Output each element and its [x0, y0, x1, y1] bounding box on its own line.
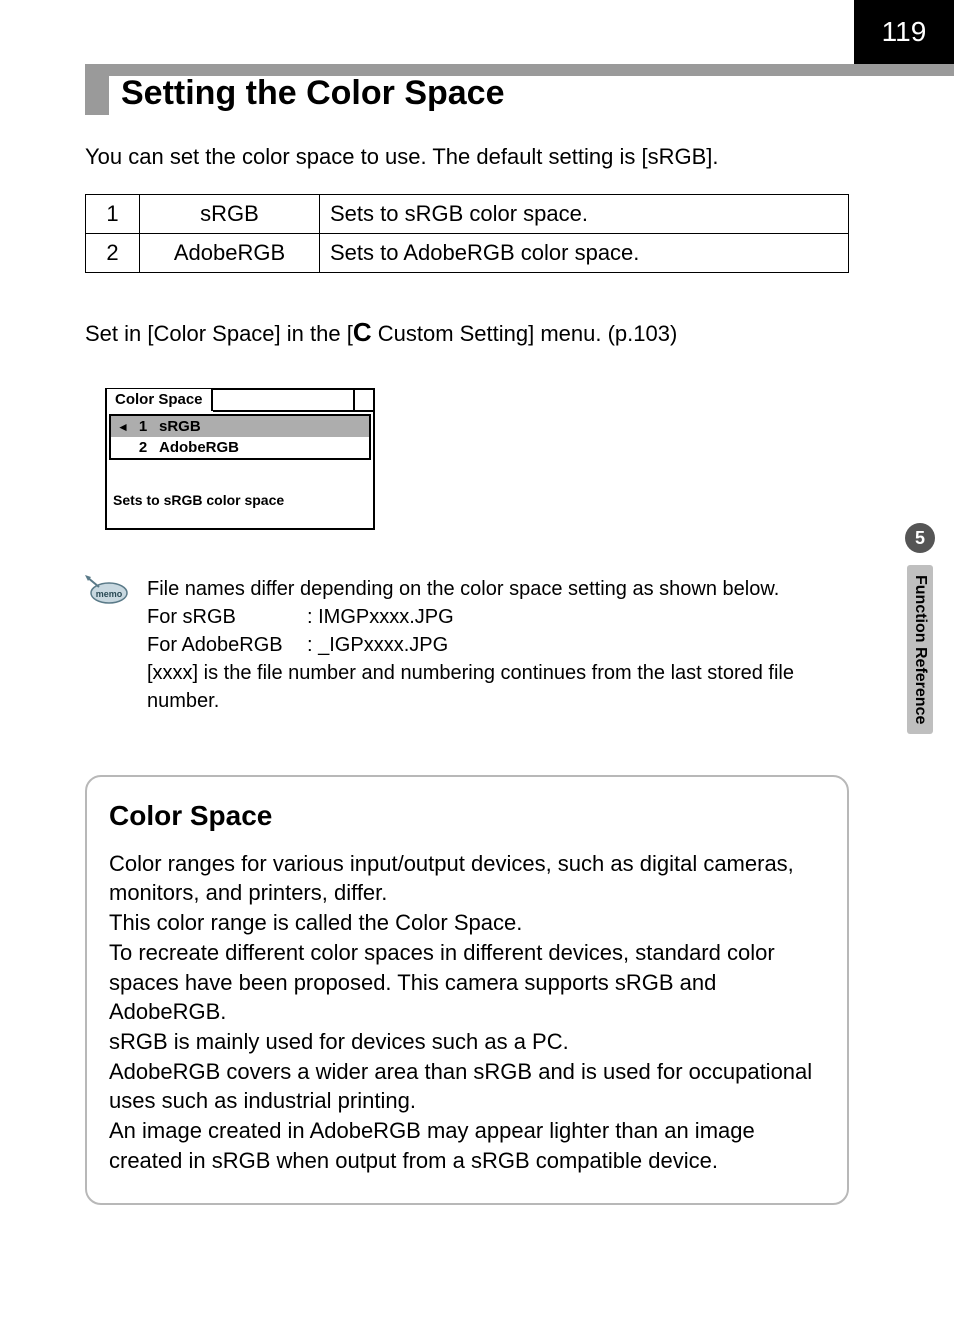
menu-description: Sets to sRGB color space [107, 462, 373, 528]
menu-row-srgb: ◄ 1 sRGB [111, 416, 369, 437]
menu-tab-separator [353, 390, 373, 412]
menu-option-label: sRGB [159, 418, 201, 435]
menu-options: ◄ 1 sRGB 2 AdobeRGB [109, 414, 371, 460]
setin-prefix: Set in [Color Space] in the [ [85, 321, 353, 346]
info-paragraph: AdobeRGB covers a wider area than sRGB a… [109, 1057, 825, 1116]
svg-text:memo: memo [96, 589, 123, 599]
menu-preview: Color Space ◄ 1 sRGB 2 AdobeRGB Sets to … [105, 388, 375, 530]
memo-adobe-value: : _IGPxxxx.JPG [307, 631, 448, 659]
custom-setting-symbol: C [353, 317, 372, 347]
title-marker [85, 71, 109, 115]
option-description: Sets to AdobeRGB color space. [320, 234, 849, 273]
setin-suffix: Custom Setting] menu. (p.103) [372, 321, 678, 346]
memo-line-intro: File names differ depending on the color… [147, 575, 849, 603]
info-paragraph: An image created in AdobeRGB may appear … [109, 1116, 825, 1175]
option-description: Sets to sRGB color space. [320, 195, 849, 234]
info-box: Color Space Color ranges for various inp… [85, 775, 849, 1205]
menu-body: ◄ 1 sRGB 2 AdobeRGB Sets to sRGB color s… [107, 414, 373, 528]
menu-row-adobergb: 2 AdobeRGB [111, 437, 369, 458]
menu-tab-title: Color Space [107, 389, 213, 411]
memo-block: memo File names differ depending on the … [85, 575, 849, 715]
intro-paragraph: You can set the color space to use. The … [85, 144, 849, 170]
memo-srgb-value: : IMGPxxxx.JPG [307, 603, 454, 631]
info-paragraph: To recreate different color spaces in di… [109, 938, 825, 1027]
set-in-instruction: Set in [Color Space] in the [C Custom Se… [85, 317, 849, 348]
options-table: 1 sRGB Sets to sRGB color space. 2 Adobe… [85, 194, 849, 273]
info-heading: Color Space [109, 797, 825, 835]
side-tab: 5 Function Reference [900, 523, 940, 734]
option-number: 2 [86, 234, 140, 273]
section-title-row: Setting the Color Space [85, 71, 869, 115]
info-paragraph: Color ranges for various input/output de… [109, 849, 825, 908]
memo-srgb-label: For sRGB [147, 603, 307, 631]
section-title: Setting the Color Space [121, 74, 505, 113]
option-name: sRGB [140, 195, 320, 234]
chapter-label: Function Reference [907, 565, 933, 734]
menu-option-number: 1 [137, 418, 149, 435]
page-number: 119 [882, 16, 927, 48]
chapter-number-badge: 5 [905, 523, 935, 553]
table-row: 1 sRGB Sets to sRGB color space. [86, 195, 849, 234]
menu-option-label: AdobeRGB [159, 439, 239, 456]
left-arrow-icon: ◄ [117, 420, 127, 434]
memo-srgb-line: For sRGB : IMGPxxxx.JPG [147, 603, 849, 631]
menu-tab-row: Color Space [107, 390, 373, 412]
option-number: 1 [86, 195, 140, 234]
memo-icon: memo [85, 575, 129, 715]
memo-adobe-line: For AdobeRGB : _IGPxxxx.JPG [147, 631, 849, 659]
page-number-tab: 119 [854, 0, 954, 64]
menu-option-number: 2 [137, 439, 149, 456]
info-paragraph: This color range is called the Color Spa… [109, 908, 825, 938]
info-paragraph: sRGB is mainly used for devices such as … [109, 1027, 825, 1057]
memo-text: File names differ depending on the color… [147, 575, 849, 715]
memo-adobe-label: For AdobeRGB [147, 631, 307, 659]
menu-tab-blank [213, 390, 353, 412]
table-row: 2 AdobeRGB Sets to AdobeRGB color space. [86, 234, 849, 273]
chapter-number: 5 [915, 528, 925, 549]
option-name: AdobeRGB [140, 234, 320, 273]
memo-line-numbering: [xxxx] is the file number and numbering … [147, 659, 849, 715]
